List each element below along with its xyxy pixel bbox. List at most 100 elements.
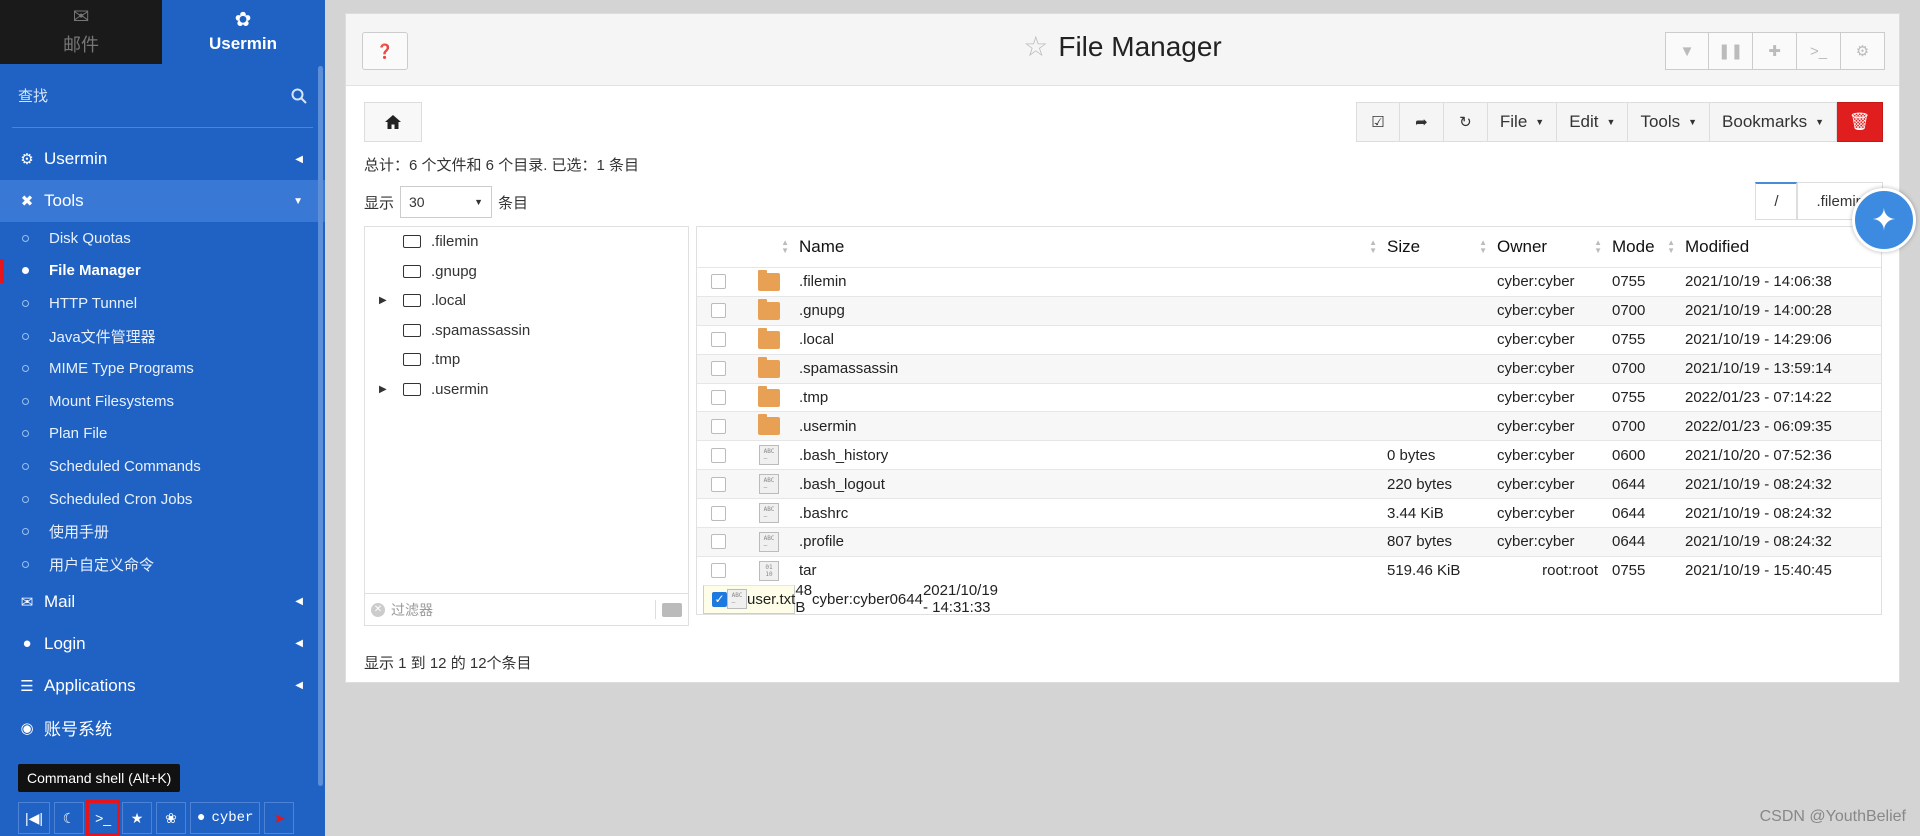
sidebar-search[interactable]: 查找 <box>12 64 313 128</box>
tree-item[interactable]: .gnupg <box>365 257 688 287</box>
sidebar-item-disk-quotas[interactable]: Disk Quotas <box>0 222 325 255</box>
column-mode[interactable]: Mode ▲ ▼ <box>1612 237 1685 257</box>
table-row[interactable]: 01 10 tar 519.46 KiB root:root 0755 2021/10/19… <box>697 555 1881 585</box>
table-row[interactable]: .filemin cyber:cyber 0755 2021/10/19 - 14:0… <box>697 267 1881 296</box>
path-root-tab[interactable]: / <box>1755 182 1798 220</box>
table-row[interactable]: .tmp cyber:cyber 0755 2022/01/23 - 07:14:22 <box>697 382 1881 412</box>
row-checkbox[interactable] <box>710 563 726 579</box>
row-checkbox[interactable] <box>710 303 726 319</box>
share-button[interactable]: ➦ <box>1399 102 1444 142</box>
logout-button[interactable]: ➤ <box>264 802 295 834</box>
sidebar-item-file-manager[interactable]: File Manager <box>0 255 325 288</box>
file-name[interactable]: .filemin <box>799 273 1387 290</box>
row-checkbox[interactable] <box>710 476 726 492</box>
file-name[interactable]: .spamassassin <box>799 360 1387 377</box>
file-name[interactable]: .usermin <box>799 418 1387 435</box>
sidebar-item-manual[interactable]: 使用手册 <box>0 515 325 548</box>
refresh-button[interactable]: ↻ <box>1443 102 1488 142</box>
table-row[interactable]: .gnupg cyber:cyber 0700 2021/10/19 - 14:00:… <box>697 295 1881 325</box>
file-name[interactable]: .bash_logout <box>799 476 1387 493</box>
columns-button[interactable]: ❚❚ <box>1709 32 1753 70</box>
home-button[interactable] <box>364 102 422 142</box>
tab-usermin[interactable]: ✿ Usermin <box>162 0 324 64</box>
clear-icon[interactable]: ✕ <box>371 602 385 617</box>
tree-item[interactable]: ▶ .local <box>365 286 688 316</box>
sidebar-item-mime-type-programs[interactable]: MIME Type Programs <box>0 352 325 385</box>
sidebar-item-mail[interactable]: ✉ Mail ◀ <box>0 581 325 623</box>
sidebar-item-java-file-manager[interactable]: Java文件管理器 <box>0 320 325 353</box>
toggle-sidebar-button[interactable]: |◀| <box>18 802 51 834</box>
delete-button[interactable]: 🗑 <box>1837 102 1883 142</box>
sidebar-item-tools[interactable]: ✖ Tools ▼ <box>0 180 325 222</box>
user-button[interactable]: ● cyber <box>190 802 261 834</box>
expand-arrow-icon[interactable]: ▶ <box>379 384 387 395</box>
row-checkbox[interactable] <box>710 534 726 550</box>
table-row[interactable]: ABC — .bashrc 3.44 KiB cyber:cyber 0644 2021/1… <box>697 498 1881 527</box>
sidebar-item-scheduled-cron-jobs[interactable]: Scheduled Cron Jobs <box>0 483 325 516</box>
sidebar-item-http-tunnel[interactable]: HTTP Tunnel <box>0 287 325 320</box>
bird-widget-icon[interactable]: ✦ <box>1852 188 1916 252</box>
table-row[interactable]: ABC — .profile 807 bytes cyber:cyber 0644 2021… <box>697 527 1881 556</box>
theme-button[interactable]: ❀ <box>156 802 187 834</box>
file-name[interactable]: .profile <box>799 533 1387 550</box>
page-length-select[interactable]: 30 ▼ <box>400 186 493 218</box>
file-name[interactable]: .tmp <box>799 389 1387 406</box>
row-checkbox[interactable] <box>710 505 726 521</box>
bookmarks-menu-button[interactable]: Bookmarks ▼ <box>1710 102 1837 142</box>
sidebar-scrollbar[interactable] <box>318 66 323 786</box>
tree-item[interactable]: .spamassassin <box>365 316 688 346</box>
settings-button[interactable]: ⚙ <box>1841 32 1885 70</box>
add-button[interactable]: ✚ <box>1753 32 1797 70</box>
edit-menu-button[interactable]: Edit ▼ <box>1557 102 1629 142</box>
tree-item[interactable]: .filemin <box>365 227 688 257</box>
terminal-button[interactable]: >_ <box>1797 32 1841 70</box>
sort-icon[interactable]: ▲ ▼ <box>781 239 789 255</box>
row-checkbox[interactable] <box>710 390 726 405</box>
tree-item[interactable]: .tmp <box>365 345 688 375</box>
tree-item[interactable]: ▶ .usermin <box>365 375 688 405</box>
column-owner[interactable]: Owner ▲ ▼ <box>1497 237 1612 257</box>
file-menu-button[interactable]: File ▼ <box>1487 102 1558 142</box>
expand-arrow-icon[interactable]: ▶ <box>379 295 387 306</box>
tools-menu-button[interactable]: Tools ▼ <box>1628 102 1711 142</box>
row-checkbox[interactable] <box>710 274 726 290</box>
row-checkbox[interactable] <box>710 332 726 348</box>
row-checkbox[interactable] <box>710 418 726 434</box>
column-size[interactable]: Size ▲ ▼ <box>1387 237 1497 257</box>
sidebar-item-scheduled-commands[interactable]: Scheduled Commands <box>0 450 325 483</box>
filter-input[interactable]: 过滤器 <box>391 600 433 620</box>
table-row[interactable]: ✓ ABC — user.txt 48 Bcyber:cyber 0644 2021/10/… <box>703 582 998 616</box>
sidebar-item-plan-file[interactable]: Plan File <box>0 418 325 451</box>
sidebar-item-usermin[interactable]: ⚙ Usermin ◀ <box>0 138 325 180</box>
favorites-button[interactable]: ★ <box>122 802 153 834</box>
file-name[interactable]: tar <box>799 562 1387 579</box>
sidebar-item-account-system[interactable]: ◉ 账号系统 <box>0 707 325 749</box>
table-row[interactable]: ABC — .bash_logout 220 bytes cyber:cyber 0644… <box>697 469 1881 499</box>
sidebar-item-mount-filesystems[interactable]: Mount Filesystems <box>0 385 325 418</box>
file-name[interactable]: .bash_history <box>799 447 1387 464</box>
filter-button[interactable]: ▼ <box>1665 32 1709 70</box>
column-name[interactable]: Name ▲ ▼ <box>799 237 1387 257</box>
night-mode-button[interactable]: ☾ <box>54 802 85 834</box>
file-name[interactable]: .bashrc <box>799 505 1387 522</box>
row-checkbox[interactable] <box>710 447 726 463</box>
sidebar-item-login[interactable]: ● Login ◀ <box>0 623 325 665</box>
tab-mail[interactable]: ✉ 邮件 <box>0 0 162 64</box>
column-modified[interactable]: Modified <box>1685 237 1865 257</box>
command-shell-button[interactable]: >_ <box>86 800 121 836</box>
table-row[interactable]: .usermin cyber:cyber 0700 2022/01/23 - 06:0… <box>697 411 1881 441</box>
file-name[interactable]: .gnupg <box>799 302 1387 319</box>
star-outline-icon[interactable]: ☆ <box>1023 31 1048 62</box>
sidebar-item-custom-commands[interactable]: 用户自定义命令 <box>0 548 325 581</box>
row-checkbox[interactable]: ✓ <box>712 591 727 607</box>
table-row[interactable]: ABC — .bash_history 0 bytes cyber:cyber 0600 2… <box>697 440 1881 469</box>
select-all-button[interactable]: ☑ <box>1355 102 1400 142</box>
table-row[interactable]: .local cyber:cyber 0755 2021/10/19 - 14:29:… <box>697 324 1881 354</box>
file-name[interactable]: user.txt <box>747 591 795 608</box>
sidebar-item-applications[interactable]: ☰ Applications ◀ <box>0 665 325 707</box>
search-input[interactable]: 查找 <box>18 85 48 106</box>
row-checkbox[interactable] <box>710 361 726 377</box>
file-name[interactable]: .local <box>799 331 1387 348</box>
table-row[interactable]: .spamassassin cyber:cyber 0700 2021/10/19 -… <box>697 353 1881 383</box>
search-icon[interactable] <box>291 88 307 104</box>
